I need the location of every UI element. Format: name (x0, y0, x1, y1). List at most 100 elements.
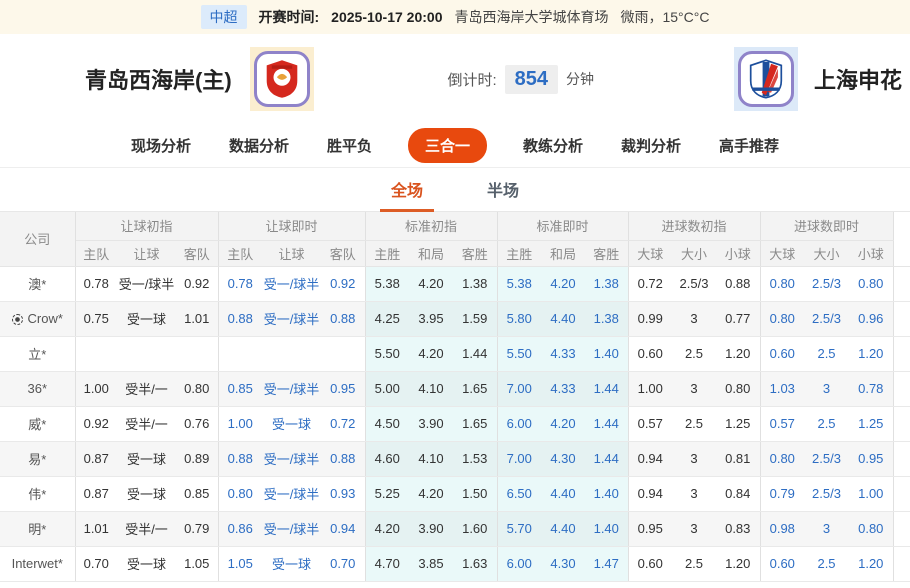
league-badge[interactable]: 中超 (201, 5, 247, 29)
odds-cell[interactable]: 1.00 (218, 406, 262, 441)
odds-cell[interactable]: 1.38 (585, 301, 628, 336)
col-header: 让球 (262, 240, 321, 266)
odds-cell[interactable]: 0.88 (321, 301, 365, 336)
odds-cell: 3 (672, 301, 716, 336)
odds-cell[interactable]: 5.50 (497, 336, 541, 371)
tab-expert-picks[interactable]: 高手推荐 (717, 129, 781, 162)
home-team: 青岛西海岸(主) (85, 47, 314, 111)
odds-cell[interactable]: 4.30 (541, 441, 585, 476)
odds-cell[interactable]: 1.20 (849, 546, 893, 581)
odds-cell[interactable]: 0.80 (760, 266, 804, 301)
odds-cell[interactable]: 2.5 (804, 336, 849, 371)
odds-cell[interactable]: 受一/球半 (262, 441, 321, 476)
odds-cell[interactable]: 5.38 (497, 266, 541, 301)
odds-cell[interactable]: 6.00 (497, 546, 541, 581)
tab-data-analysis[interactable]: 数据分析 (227, 129, 291, 162)
odds-cell: 0.99 (628, 301, 672, 336)
odds-cell[interactable]: 2.5/3 (804, 476, 849, 511)
odds-cell[interactable]: 0.80 (760, 441, 804, 476)
odds-cell[interactable]: 0.57 (760, 406, 804, 441)
tab-coach-analysis[interactable]: 教练分析 (521, 129, 585, 162)
tab-live-analysis[interactable]: 现场分析 (129, 129, 193, 162)
odds-cell[interactable]: 受一/球半 (262, 301, 321, 336)
odds-cell[interactable]: 2.5 (804, 406, 849, 441)
odds-cell[interactable]: 受一球 (262, 546, 321, 581)
odds-cell[interactable]: 5.80 (497, 301, 541, 336)
odds-cell[interactable]: 5.70 (497, 511, 541, 546)
odds-cell[interactable]: 4.40 (541, 511, 585, 546)
odds-cell[interactable]: 0.80 (760, 301, 804, 336)
odds-cell[interactable]: 4.33 (541, 336, 585, 371)
odds-cell[interactable]: 1.03 (760, 371, 804, 406)
odds-cell[interactable] (262, 336, 321, 371)
odds-cell[interactable]: 0.80 (849, 266, 893, 301)
tab-three-in-one[interactable]: 三合一 (408, 128, 487, 163)
odds-cell[interactable]: 受一/球半 (262, 511, 321, 546)
odds-cell[interactable]: 0.88 (218, 441, 262, 476)
tab-win-draw-loss[interactable]: 胜平负 (325, 129, 374, 162)
odds-cell[interactable]: 6.50 (497, 476, 541, 511)
odds-cell[interactable]: 4.40 (541, 476, 585, 511)
odds-cell[interactable]: 0.92 (321, 266, 365, 301)
odds-cell[interactable]: 0.78 (218, 266, 262, 301)
odds-cell[interactable]: 0.93 (321, 476, 365, 511)
odds-cell[interactable]: 1.44 (585, 371, 628, 406)
odds-cell[interactable]: 2.5/3 (804, 441, 849, 476)
odds-cell[interactable]: 0.88 (321, 441, 365, 476)
odds-cell[interactable]: 0.80 (218, 476, 262, 511)
odds-cell[interactable]: 0.72 (321, 406, 365, 441)
odds-cell[interactable]: 4.20 (541, 266, 585, 301)
odds-cell[interactable]: 1.44 (585, 406, 628, 441)
odds-cell[interactable]: 1.00 (849, 476, 893, 511)
odds-cell[interactable]: 1.38 (585, 266, 628, 301)
odds-cell[interactable]: 0.95 (321, 371, 365, 406)
odds-cell[interactable]: 4.30 (541, 546, 585, 581)
odds-cell[interactable]: 1.40 (585, 511, 628, 546)
odds-cell[interactable] (218, 336, 262, 371)
soccer-ball-icon (12, 314, 23, 325)
odds-cell[interactable]: 1.20 (849, 336, 893, 371)
odds-cell[interactable]: 1.40 (585, 476, 628, 511)
odds-cell[interactable]: 0.96 (849, 301, 893, 336)
cutoff-cell (893, 336, 910, 371)
odds-cell[interactable]: 3 (804, 511, 849, 546)
odds-cell[interactable]: 0.85 (218, 371, 262, 406)
odds-cell[interactable]: 2.5/3 (804, 301, 849, 336)
odds-cell[interactable]: 受一/球半 (262, 371, 321, 406)
odds-cell[interactable]: 受一/球半 (262, 266, 321, 301)
odds-cell[interactable]: 0.98 (760, 511, 804, 546)
tab-referee-analysis[interactable]: 裁判分析 (619, 129, 683, 162)
odds-cell[interactable]: 4.40 (541, 301, 585, 336)
odds-cell[interactable]: 3 (804, 371, 849, 406)
subtab-full-match[interactable]: 全场 (384, 168, 430, 211)
odds-cell[interactable]: 1.47 (585, 546, 628, 581)
odds-cell[interactable]: 4.33 (541, 371, 585, 406)
odds-cell[interactable]: 2.5 (804, 546, 849, 581)
odds-cell[interactable]: 0.95 (849, 441, 893, 476)
odds-cell[interactable]: 0.70 (321, 546, 365, 581)
odds-cell[interactable]: 0.60 (760, 546, 804, 581)
odds-cell[interactable]: 0.78 (849, 371, 893, 406)
odds-cell: 1.44 (453, 336, 497, 371)
odds-cell[interactable]: 7.00 (497, 441, 541, 476)
odds-cell[interactable]: 受一球 (262, 406, 321, 441)
odds-cell[interactable]: 4.20 (541, 406, 585, 441)
odds-cell[interactable]: 0.94 (321, 511, 365, 546)
odds-cell[interactable]: 6.00 (497, 406, 541, 441)
odds-cell[interactable]: 1.40 (585, 336, 628, 371)
subtab-half-match[interactable]: 半场 (480, 168, 526, 211)
odds-cell[interactable] (321, 336, 365, 371)
odds-cell[interactable]: 受一/球半 (262, 476, 321, 511)
odds-cell[interactable]: 0.60 (760, 336, 804, 371)
odds-cell: 2.5 (672, 336, 716, 371)
odds-cell[interactable]: 0.88 (218, 301, 262, 336)
odds-cell[interactable]: 0.86 (218, 511, 262, 546)
odds-cell[interactable]: 1.05 (218, 546, 262, 581)
odds-cell[interactable]: 2.5/3 (804, 266, 849, 301)
odds-cell[interactable]: 7.00 (497, 371, 541, 406)
odds-cell: 0.80 (716, 371, 760, 406)
odds-cell[interactable]: 0.80 (849, 511, 893, 546)
odds-cell[interactable]: 1.44 (585, 441, 628, 476)
odds-cell[interactable]: 1.25 (849, 406, 893, 441)
odds-cell[interactable]: 0.79 (760, 476, 804, 511)
